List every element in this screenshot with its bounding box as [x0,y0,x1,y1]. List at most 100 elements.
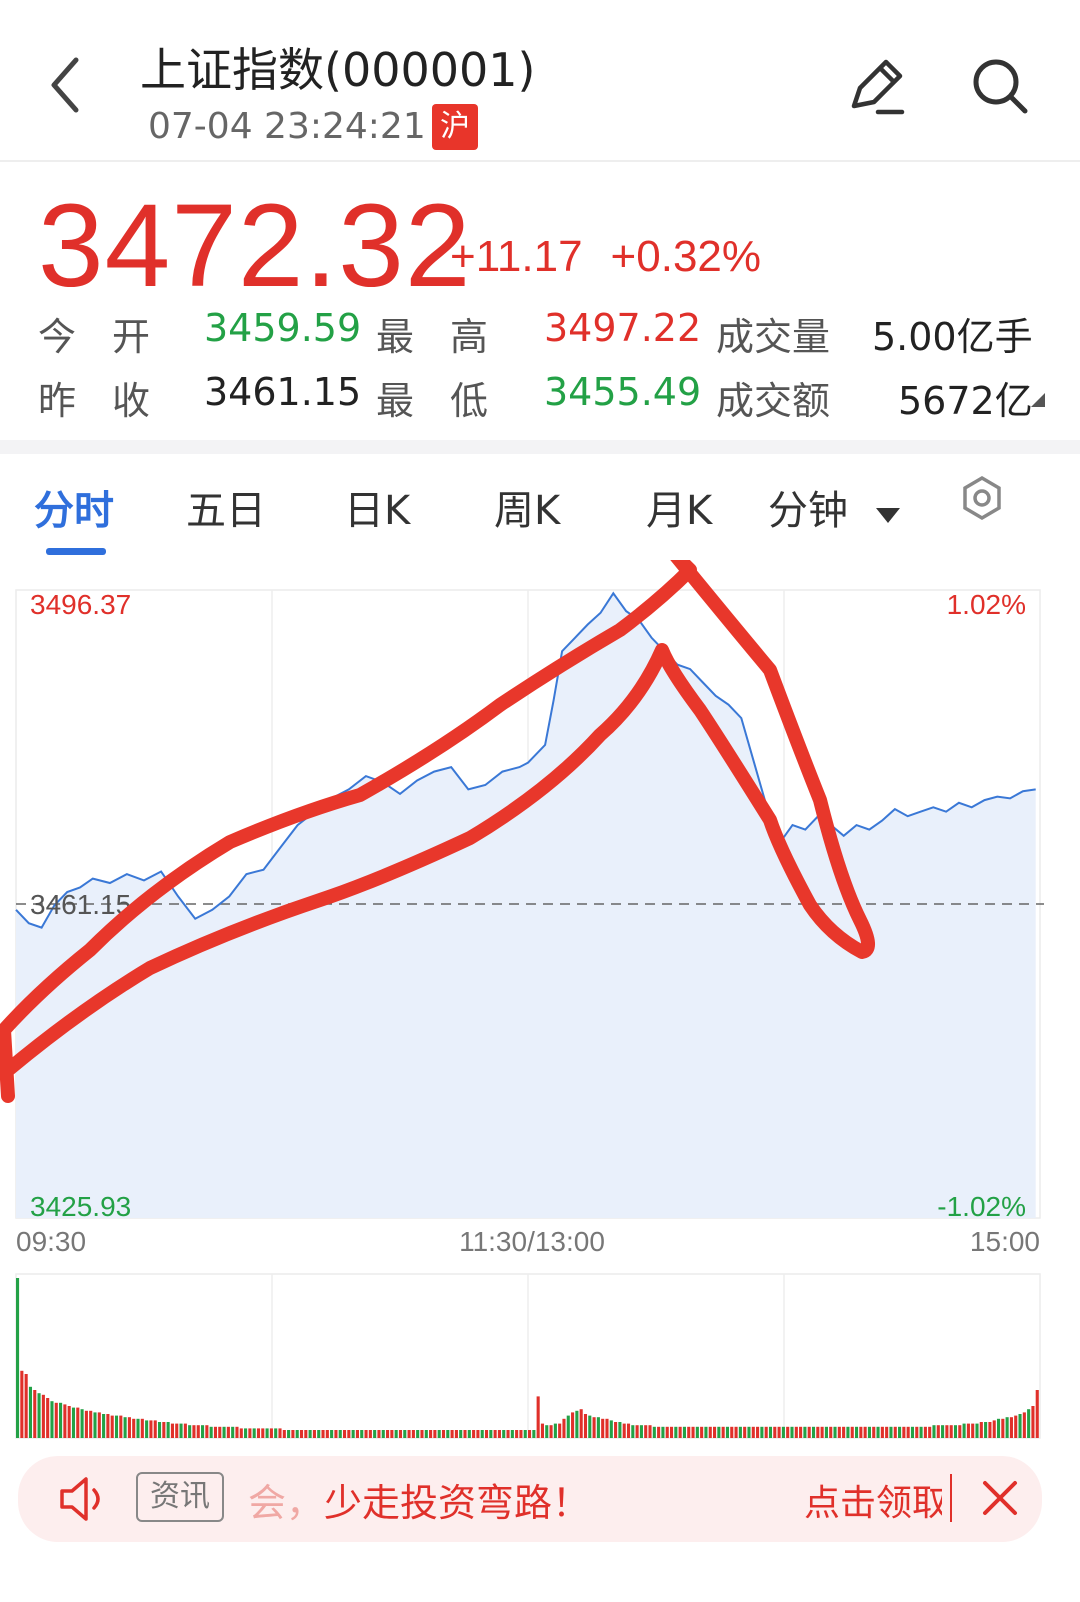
volume-bar [114,1415,119,1438]
volume-bar [334,1430,338,1438]
tab-minute[interactable]: 分钟 [768,478,901,536]
volume-bar [777,1426,781,1438]
volume-bar [1018,1414,1022,1438]
back-chevron-icon [51,57,79,113]
news-cta-link[interactable]: 点击领取 [804,1474,942,1526]
volume-bar [605,1418,609,1438]
volume-bar [84,1410,88,1438]
volume-bar [644,1425,648,1438]
volume-bar [433,1430,437,1438]
tab-weekly-k[interactable]: 周K [494,478,560,536]
edit-button[interactable] [846,54,910,118]
volume-bar [411,1430,415,1438]
volume-bar [157,1422,162,1438]
volume-bar [609,1420,613,1438]
volume-bar [261,1428,265,1438]
volume-bar [893,1426,897,1438]
volume-bar [463,1430,467,1438]
volume-bar [747,1426,751,1438]
volume-bar [338,1430,342,1438]
volume-bar [183,1423,187,1438]
news-divider [950,1474,952,1522]
volume-bar [63,1404,67,1438]
volume-bar [721,1426,725,1438]
quote-datetime: 07-04 23:24:21 [148,106,426,147]
volume-bar [743,1426,747,1438]
news-headline-faded: 会， [248,1481,325,1525]
volume-bar [368,1430,372,1438]
tab-daily-k[interactable]: 日K [344,478,410,536]
volume-bar [992,1420,996,1438]
news-ticker[interactable]: 资讯 会，少走投资弯路！ 点击领取 [18,1456,1042,1542]
volume-grid [15,1273,1041,1439]
volume-bar [390,1430,394,1438]
volume-bar [287,1430,291,1438]
volume-value: 5.00亿手 [872,315,1033,359]
back-button[interactable] [40,50,100,120]
volume-bar [695,1426,699,1438]
search-button[interactable] [968,54,1032,118]
volume-bar [764,1426,768,1438]
volume-bar [751,1426,755,1438]
volume-bar [416,1430,420,1438]
tab-five-day[interactable]: 五日 [186,478,266,536]
volume-bar [37,1393,41,1438]
volume-bar [837,1426,841,1438]
volume-bar [1027,1409,1031,1438]
volume-bar [717,1426,721,1438]
prev-close-label: 昨收 [38,379,187,423]
volume-bar [910,1426,915,1438]
volume-bar [239,1428,243,1438]
volume-bar [760,1426,764,1438]
tab-intraday[interactable]: 分时 [34,478,114,536]
volume-bar [330,1430,334,1438]
volume-bar [454,1430,458,1438]
volume-bar [472,1430,476,1438]
speaker-icon [60,1477,100,1521]
volume-bar [906,1426,910,1438]
expand-corner-icon[interactable] [1030,392,1046,408]
volume-bar [89,1410,93,1438]
volume-bar [140,1418,144,1438]
header-divider [0,160,1080,162]
volume-bar [20,1370,24,1438]
volume-bar [110,1415,114,1438]
open-label: 今开 [38,315,187,359]
volume-bar [231,1426,235,1438]
volume-bar [420,1430,424,1438]
volume-bar [953,1425,958,1438]
volume-bar [175,1423,179,1438]
tab-monthly-k[interactable]: 月K [646,478,712,536]
volume-bar [833,1426,837,1438]
volume-bar [106,1414,110,1438]
volume-bar [153,1420,157,1438]
speaker-button[interactable] [58,1474,110,1524]
prev-close-label: 3461.15 [30,889,131,920]
volume-bar [867,1426,871,1438]
volume-bar [859,1426,863,1438]
volume-bar [786,1426,790,1438]
open-value: 3459.59 [204,306,362,350]
volume-bar [489,1430,493,1438]
volume-bar [299,1430,304,1438]
volume-bar [596,1417,600,1438]
news-headline[interactable]: 会，少走投资弯路！ [248,1472,590,1527]
volume-bar [355,1430,359,1438]
chart-settings-button[interactable] [958,474,1006,522]
volume-bar [553,1423,557,1438]
volume-bar [571,1412,575,1438]
intraday-chart[interactable]: 3496.37 3425.93 1.02% -1.02% 3461.15 09:… [0,560,1080,1460]
volume-bar [16,1278,20,1438]
x-tick-label: 09:30 [16,1226,86,1257]
volume-bar [863,1426,867,1438]
volume-bar [962,1423,966,1438]
volume-bar [592,1417,596,1438]
volume-bar [790,1426,794,1438]
volume-bar [278,1428,282,1438]
volume-bar [317,1430,321,1438]
volume-bar [351,1430,355,1438]
volume-bar [166,1422,170,1438]
news-close-button[interactable] [980,1478,1020,1518]
y-max-label: 3496.37 [30,589,131,620]
volume-bar [945,1425,949,1438]
